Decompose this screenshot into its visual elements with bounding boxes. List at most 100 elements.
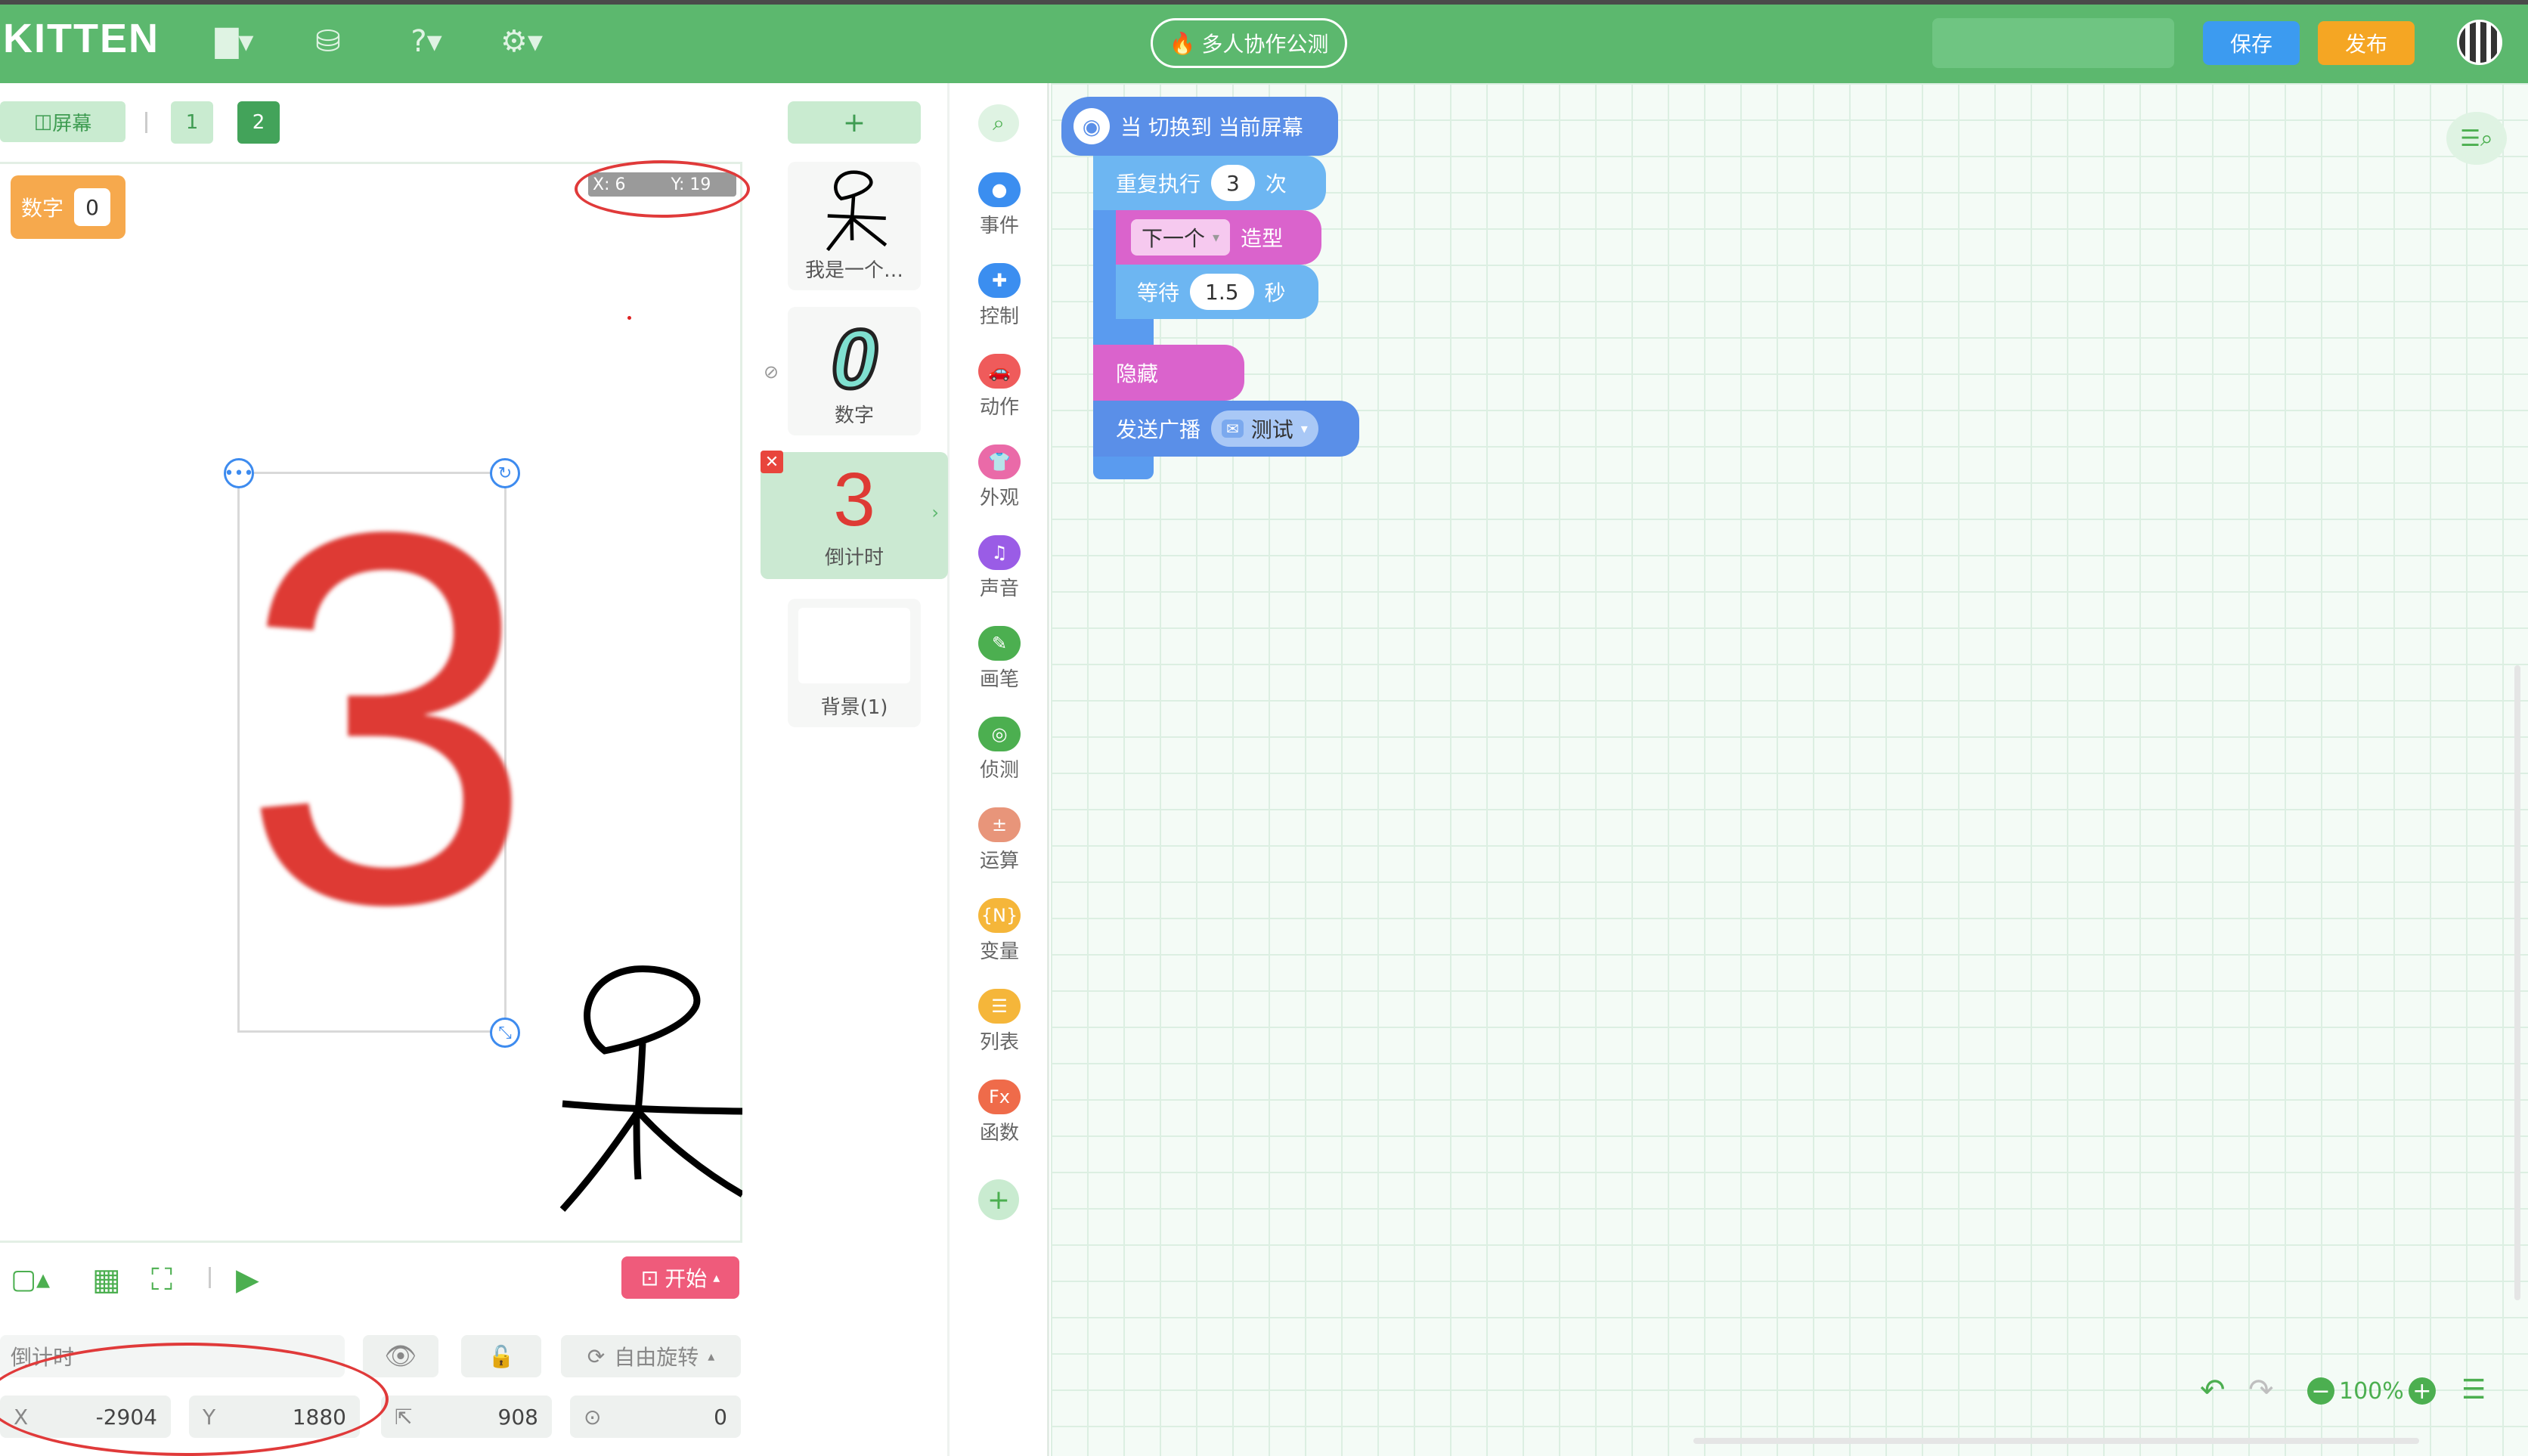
- looks-icon: 👕: [978, 445, 1021, 479]
- hat-block[interactable]: ◉ 当 切换到 当前屏幕: [1061, 97, 1338, 156]
- annotation-circle: [575, 160, 750, 218]
- category-sound[interactable]: ♫ 声音: [950, 535, 1049, 611]
- hidden-eye-icon[interactable]: ⊘: [764, 361, 779, 383]
- sprite-card-countdown[interactable]: 3 倒计时 ›: [761, 452, 948, 579]
- control-icon: ✚: [978, 263, 1021, 298]
- search-icon[interactable]: ⌕: [978, 104, 1019, 142]
- undo-icon[interactable]: ↶: [2200, 1373, 2226, 1408]
- avatar[interactable]: [2457, 20, 2502, 65]
- sprite-card-stickman[interactable]: 我是一个…: [788, 162, 921, 290]
- zoom-in-icon[interactable]: +: [2408, 1377, 2436, 1405]
- help-icon[interactable]: ?▾: [404, 23, 449, 60]
- direction-icon: ⊙: [584, 1404, 602, 1430]
- add-extension-icon[interactable]: +: [978, 1179, 1019, 1220]
- broadcast-block[interactable]: 发送广播 ✉ 测试 ▾: [1093, 401, 1359, 457]
- player-icon[interactable]: ▶: [236, 1262, 259, 1297]
- direction-field[interactable]: ⊙ 0: [570, 1396, 741, 1438]
- zoom-controls: − 100% +: [2307, 1377, 2436, 1405]
- stage-size-icon[interactable]: ▢▴: [11, 1264, 50, 1295]
- publish-button[interactable]: 发布: [2318, 21, 2415, 65]
- visibility-eye-icon[interactable]: 👁: [363, 1335, 438, 1377]
- size-field[interactable]: ⇱ 908: [381, 1396, 552, 1438]
- chevron-down-icon: ▾: [1300, 420, 1308, 437]
- countdown-sprite[interactable]: 3: [240, 454, 534, 983]
- wait-seconds-input[interactable]: 1.5: [1190, 274, 1254, 310]
- hat-block-label: 当 切换到 当前屏幕: [1120, 115, 1303, 140]
- folder-icon[interactable]: ▇▾: [212, 23, 257, 60]
- category-label: 外观: [979, 487, 1019, 510]
- category-looks[interactable]: 👕 外观: [950, 445, 1049, 520]
- motion-icon: 🚗: [978, 354, 1021, 389]
- page-tab-1[interactable]: 1: [171, 101, 213, 144]
- broadcast-label: 发送广播: [1116, 417, 1201, 442]
- sprite-card-background[interactable]: 背景(1): [788, 599, 921, 727]
- lock-icon[interactable]: 🔓: [461, 1335, 541, 1377]
- app-logo: KITTEN: [3, 16, 160, 61]
- rotate-icon: ⟳: [587, 1343, 606, 1369]
- start-button[interactable]: ⊡ 开始 ▴: [621, 1256, 739, 1299]
- zoom-level: 100%: [2339, 1377, 2404, 1405]
- user-name-box[interactable]: [1932, 18, 2174, 68]
- category-motion[interactable]: 🚗 动作: [950, 354, 1049, 429]
- delete-sprite-icon[interactable]: ✕: [761, 451, 783, 473]
- resize-handle-icon[interactable]: ⤡: [490, 1018, 520, 1048]
- chevron-up-icon: ▴: [708, 1348, 715, 1365]
- direction-value: 0: [714, 1404, 727, 1430]
- category-event[interactable]: ● 事件: [950, 172, 1049, 248]
- countdown-thumbnail: 3: [833, 457, 875, 542]
- category-label: 画笔: [979, 668, 1019, 691]
- operator-icon: ±: [978, 807, 1021, 842]
- sprite-name: 背景(1): [820, 696, 888, 719]
- category-sensing[interactable]: ◎ 侦测: [950, 717, 1049, 792]
- page-tab-2[interactable]: 2: [237, 101, 280, 144]
- redo-icon[interactable]: ↷: [2248, 1373, 2274, 1408]
- sprite-card-number[interactable]: 0 数字: [788, 307, 921, 435]
- collab-label: 多人协作公测: [1201, 32, 1329, 57]
- screen-button[interactable]: ◫ 屏幕: [0, 101, 125, 142]
- category-label: 动作: [979, 396, 1019, 419]
- collab-button[interactable]: 🔥 多人协作公测: [1151, 18, 1347, 68]
- category-operator[interactable]: ± 运算: [950, 807, 1049, 883]
- workspace-horizontal-scrollbar[interactable]: [1693, 1438, 2419, 1444]
- broadcast-message-dropdown[interactable]: ✉ 测试 ▾: [1211, 410, 1318, 447]
- hide-block[interactable]: 隐藏: [1093, 345, 1244, 401]
- category-pen[interactable]: ✎ 画笔: [950, 626, 1049, 702]
- rotate-handle-icon[interactable]: ↻: [490, 458, 520, 488]
- divider: [145, 112, 147, 133]
- category-function[interactable]: Fx 函数: [950, 1080, 1049, 1155]
- chevron-up-icon: ▴: [713, 1269, 720, 1286]
- workspace-vertical-scrollbar[interactable]: [2514, 665, 2520, 1300]
- category-label: 运算: [979, 850, 1019, 872]
- add-sprite-button[interactable]: +: [788, 101, 921, 144]
- wait-unit: 秒: [1264, 280, 1286, 305]
- next-costume-block[interactable]: 下一个 ▾ 造型: [1116, 210, 1321, 265]
- repeat-block[interactable]: 重复执行 3 次: [1093, 156, 1326, 210]
- rotation-mode-label: 自由旋转: [614, 1345, 699, 1370]
- variable-monitor[interactable]: 数字 0: [11, 175, 125, 239]
- stickman-sprite[interactable]: [552, 960, 742, 1217]
- block-search-icon[interactable]: ☰⌕: [2446, 112, 2507, 165]
- costume-suffix: 造型: [1241, 226, 1284, 251]
- dot-mark: [627, 316, 631, 320]
- save-button[interactable]: 保存: [2203, 21, 2300, 65]
- zoom-out-icon[interactable]: −: [2307, 1377, 2334, 1405]
- fullscreen-icon[interactable]: ⛶: [151, 1262, 172, 1297]
- wait-block[interactable]: 等待 1.5 秒: [1116, 265, 1318, 319]
- category-label: 侦测: [979, 759, 1019, 782]
- repeat-unit: 次: [1265, 172, 1287, 197]
- variable-icon: {N}: [978, 898, 1021, 933]
- category-label: 控制: [979, 305, 1019, 328]
- category-variable[interactable]: {N} 变量: [950, 898, 1049, 974]
- category-label: 声音: [979, 578, 1019, 600]
- costume-dropdown[interactable]: 下一个 ▾: [1131, 219, 1231, 256]
- category-control[interactable]: ✚ 控制: [950, 263, 1049, 339]
- backpack-icon[interactable]: ⛁: [305, 23, 351, 60]
- align-blocks-icon[interactable]: ☰: [2461, 1374, 2486, 1405]
- rotation-mode-select[interactable]: ⟳ 自由旋转 ▴: [561, 1335, 741, 1377]
- repeat-label: 重复执行: [1116, 172, 1201, 197]
- grid-icon[interactable]: ▦: [92, 1262, 121, 1297]
- settings-icon[interactable]: ⚙▾: [499, 23, 544, 60]
- more-options-handle-icon[interactable]: •••: [224, 458, 254, 488]
- category-list[interactable]: ☰ 列表: [950, 989, 1049, 1064]
- repeat-count-input[interactable]: 3: [1211, 165, 1255, 201]
